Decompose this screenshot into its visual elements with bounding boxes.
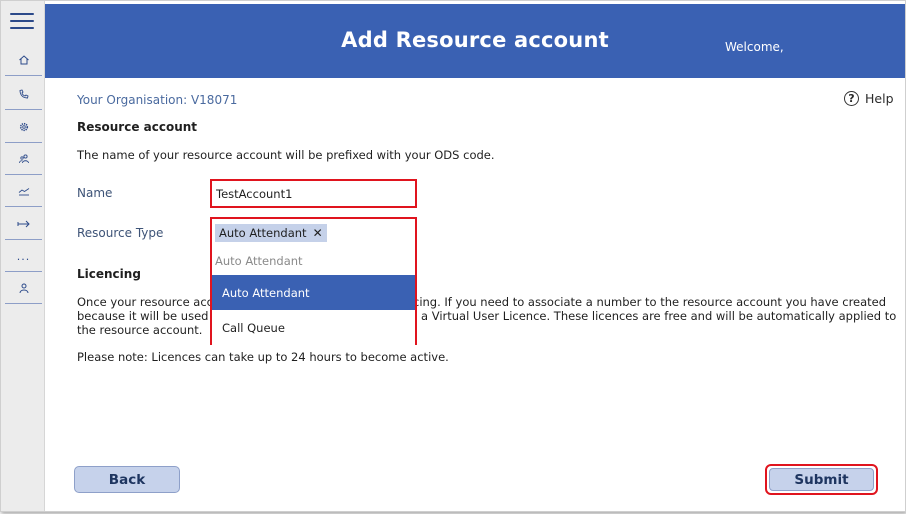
resource-account-description: The name of your resource account will b… xyxy=(77,148,495,162)
licencing-text-line2-left: because it will be used fo xyxy=(77,309,224,323)
hamburger-menu-icon[interactable] xyxy=(10,13,34,35)
forward-arrow-icon[interactable] xyxy=(5,209,42,240)
resource-account-heading: Resource account xyxy=(77,120,198,134)
sidebar: ... xyxy=(1,1,45,511)
chart-icon[interactable] xyxy=(5,176,42,207)
selected-chip-label: Auto Attendant xyxy=(219,226,307,240)
help-icon: ? xyxy=(844,91,859,106)
licencing-note: Please note: Licences can take up to 24 … xyxy=(77,350,449,364)
licencing-text-line1-right: cing. If you need to associate a number … xyxy=(413,295,887,309)
help-label: Help xyxy=(865,91,894,106)
resource-type-label: Resource Type xyxy=(77,226,164,240)
app-window: ... Add Resource account Welcome, Your O… xyxy=(0,0,906,512)
phone-icon[interactable] xyxy=(5,79,42,110)
back-button[interactable]: Back xyxy=(74,466,180,493)
licencing-text-line1-left: Once your resource acco xyxy=(77,295,221,309)
home-icon[interactable] xyxy=(5,45,42,76)
resource-type-search-input[interactable] xyxy=(215,252,411,270)
name-label: Name xyxy=(77,186,113,200)
more-icon[interactable]: ... xyxy=(5,241,42,272)
header-bar: Add Resource account Welcome, xyxy=(45,4,905,78)
submit-button[interactable]: Submit xyxy=(769,468,874,491)
licencing-heading: Licencing xyxy=(77,267,141,281)
licencing-text-line2-right: a Virtual User Licence. These licences a… xyxy=(421,309,897,323)
dropdown-option-auto-attendant[interactable]: Auto Attendant xyxy=(212,275,415,310)
welcome-text: Welcome, xyxy=(725,40,784,54)
option-label: Call Queue xyxy=(222,320,285,335)
name-input[interactable] xyxy=(210,179,417,208)
users-icon[interactable] xyxy=(5,144,42,175)
licencing-text-line3: the resource account. xyxy=(77,323,203,337)
settings-icon[interactable] xyxy=(5,112,42,143)
submit-highlight: Submit xyxy=(765,464,878,495)
option-label: Auto Attendant xyxy=(222,285,310,300)
organisation-label: Your Organisation: V18071 xyxy=(77,93,238,107)
remove-chip-icon[interactable]: ✕ xyxy=(313,226,323,240)
selected-chip: Auto Attendant ✕ xyxy=(215,224,327,242)
user-icon[interactable] xyxy=(5,273,42,304)
dropdown-option-call-queue[interactable]: Call Queue xyxy=(212,310,415,345)
help-link[interactable]: ? Help xyxy=(844,91,894,106)
resource-type-combobox[interactable]: Auto Attendant ✕ Auto Attendant Call Que… xyxy=(210,217,417,345)
